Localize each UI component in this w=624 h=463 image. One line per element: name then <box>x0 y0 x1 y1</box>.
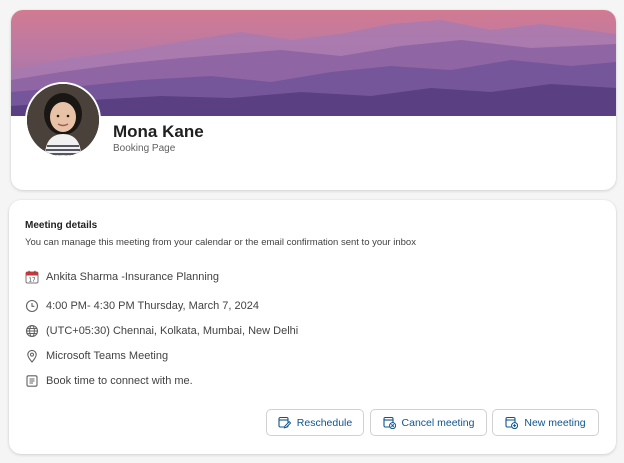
new-meeting-label: New meeting <box>524 416 586 429</box>
detail-row-title: 17 Ankita Sharma -Insurance Planning <box>25 268 219 286</box>
reschedule-button[interactable]: Reschedule <box>266 409 364 436</box>
avatar <box>27 84 99 156</box>
clock-icon <box>25 299 39 313</box>
profile-card: Mona Kane Booking Page <box>11 10 616 190</box>
detail-row-location: Microsoft Teams Meeting <box>25 347 168 365</box>
profile-name: Mona Kane <box>113 122 204 141</box>
meeting-timezone: (UTC+05:30) Chennai, Kolkata, Mumbai, Ne… <box>46 325 299 337</box>
add-calendar-icon <box>505 416 519 429</box>
detail-row-notes: Book time to connect with me. <box>25 372 193 390</box>
calendar-icon: 17 <box>25 270 39 284</box>
detail-row-timezone: (UTC+05:30) Chennai, Kolkata, Mumbai, Ne… <box>25 322 298 340</box>
meeting-details-card: Meeting details You can manage this meet… <box>9 200 616 454</box>
globe-icon <box>25 324 39 338</box>
cancel-meeting-label: Cancel meeting <box>401 416 475 429</box>
profile-subtitle: Booking Page <box>113 143 176 154</box>
meeting-notes: Book time to connect with me. <box>46 375 193 387</box>
section-description: You can manage this meeting from your ca… <box>25 237 416 248</box>
new-meeting-button[interactable]: New meeting <box>492 409 599 436</box>
meeting-location: Microsoft Teams Meeting <box>46 350 169 362</box>
svg-text:17: 17 <box>29 278 36 284</box>
meeting-time: 4:00 PM- 4:30 PM Thursday, March 7, 2024 <box>46 300 259 312</box>
edit-calendar-icon <box>278 416 291 429</box>
cancel-meeting-button[interactable]: Cancel meeting <box>370 409 487 436</box>
notes-icon <box>25 374 39 388</box>
reschedule-label: Reschedule <box>296 416 353 429</box>
meeting-title: Ankita Sharma -Insurance Planning <box>46 271 220 283</box>
section-title: Meeting details <box>25 220 98 231</box>
banner-image <box>11 10 616 116</box>
location-icon <box>25 349 39 363</box>
detail-row-time: 4:00 PM- 4:30 PM Thursday, March 7, 2024 <box>25 297 259 315</box>
cancel-calendar-icon <box>382 416 396 429</box>
